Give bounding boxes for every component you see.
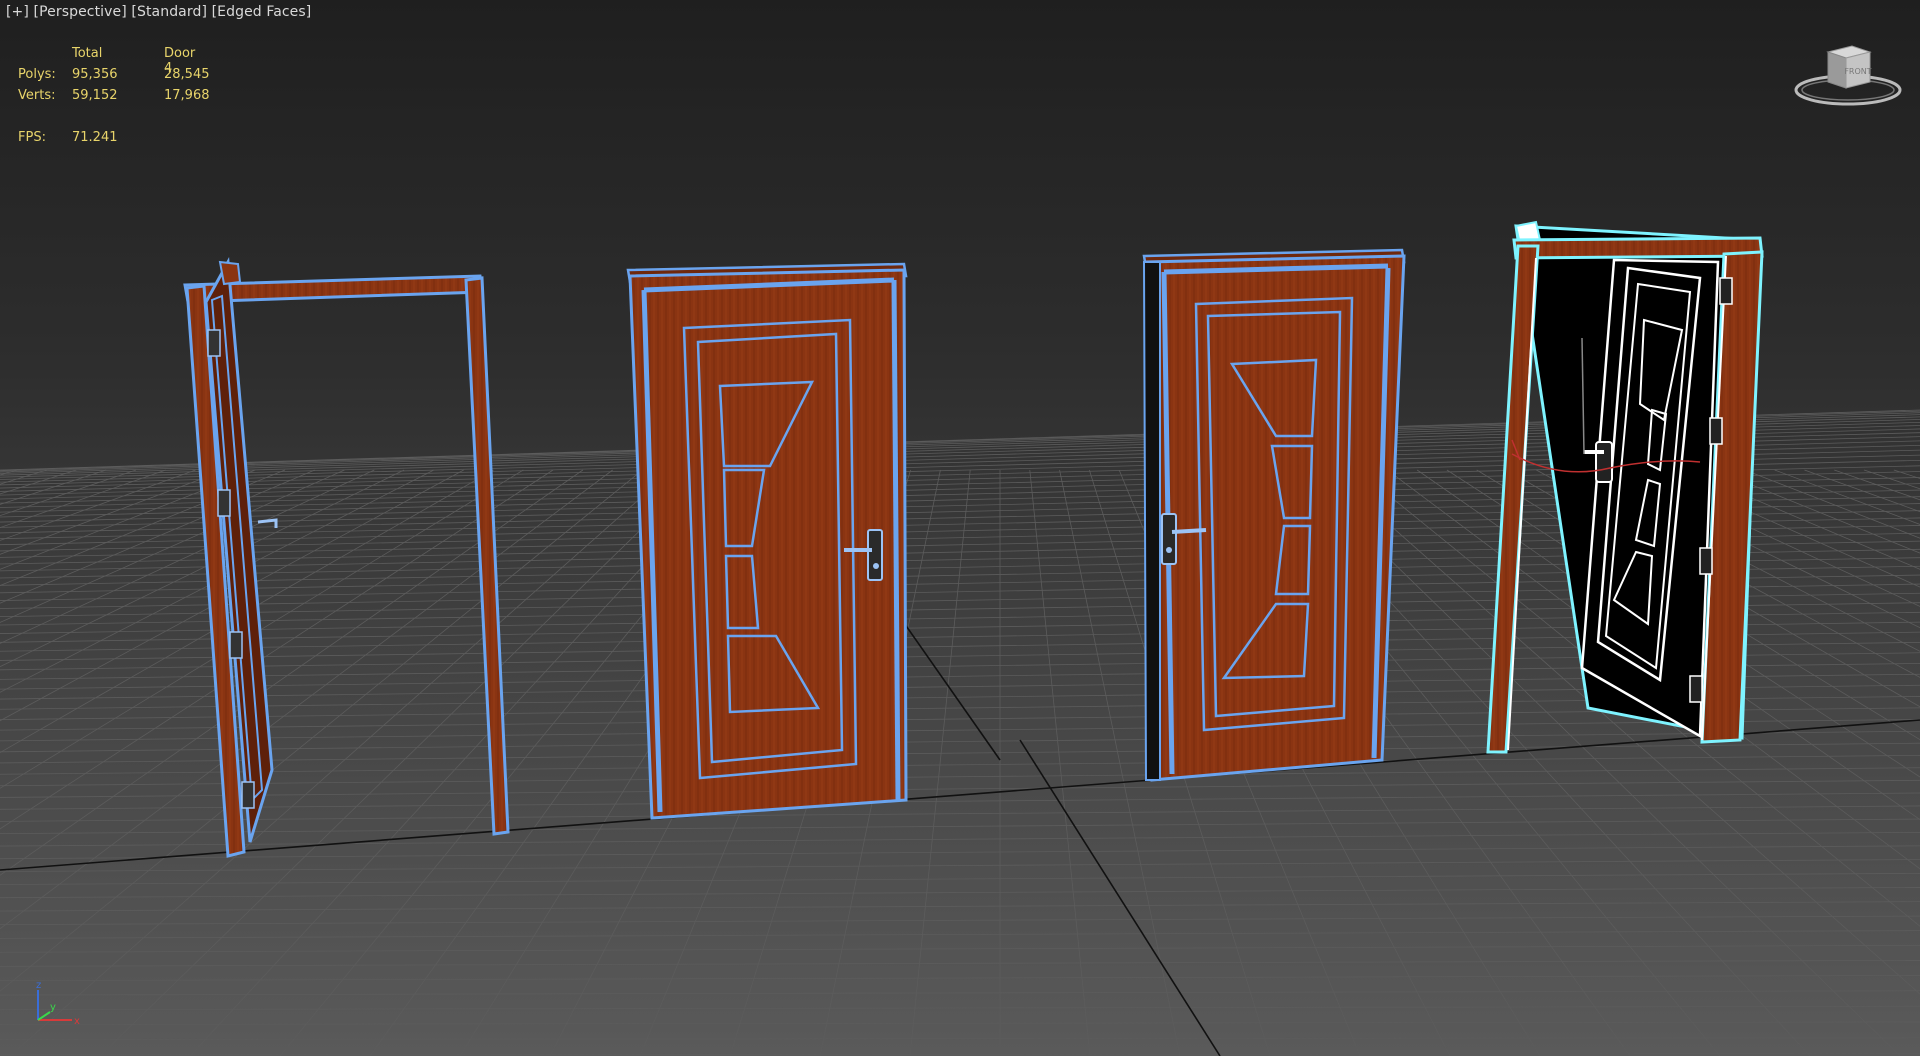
stats-fps-value: 71.241 [72, 130, 118, 145]
viewport-label-menu[interactable]: [+] [Perspective] [Standard] [Edged Face… [6, 4, 311, 20]
axis-y-label: y [50, 1002, 56, 1013]
scene-canvas[interactable] [0, 0, 1920, 1056]
door-1-open[interactable] [183, 256, 510, 858]
perspective-viewport[interactable]: [+] [Perspective] [Standard] [Edged Face… [0, 0, 1920, 1056]
axis-tripod-icon: z x y [36, 980, 80, 1027]
viewport-view-menu[interactable]: [Perspective] [34, 4, 127, 20]
door-3-closed-handle-left[interactable] [1142, 248, 1406, 782]
door-4-selected-open[interactable] [1486, 220, 1764, 754]
stats-verts-selected: 17,968 [164, 88, 210, 103]
stats-polys-total: 95,356 [72, 67, 118, 82]
door-2-closed-handle-right[interactable] [626, 262, 908, 820]
stats-verts-label: Verts: [18, 88, 56, 103]
viewcube-face-label: FRONT [1844, 67, 1871, 76]
stats-verts-total: 59,152 [72, 88, 118, 103]
axis-x-label: x [74, 1016, 80, 1027]
viewcube-icon[interactable]: FRONT [1790, 38, 1910, 118]
stats-polys-label: Polys: [18, 67, 56, 82]
stats-polys-selected: 28,545 [164, 67, 210, 82]
viewport-render-mode-menu[interactable]: [Standard] [131, 4, 207, 20]
axis-z-label: z [36, 980, 41, 991]
stats-header-total: Total [72, 46, 103, 61]
viewport-plus-menu[interactable]: [+] [6, 4, 29, 20]
stats-fps-label: FPS: [18, 130, 46, 145]
viewport-display-mode-menu[interactable]: [Edged Faces] [212, 4, 312, 20]
